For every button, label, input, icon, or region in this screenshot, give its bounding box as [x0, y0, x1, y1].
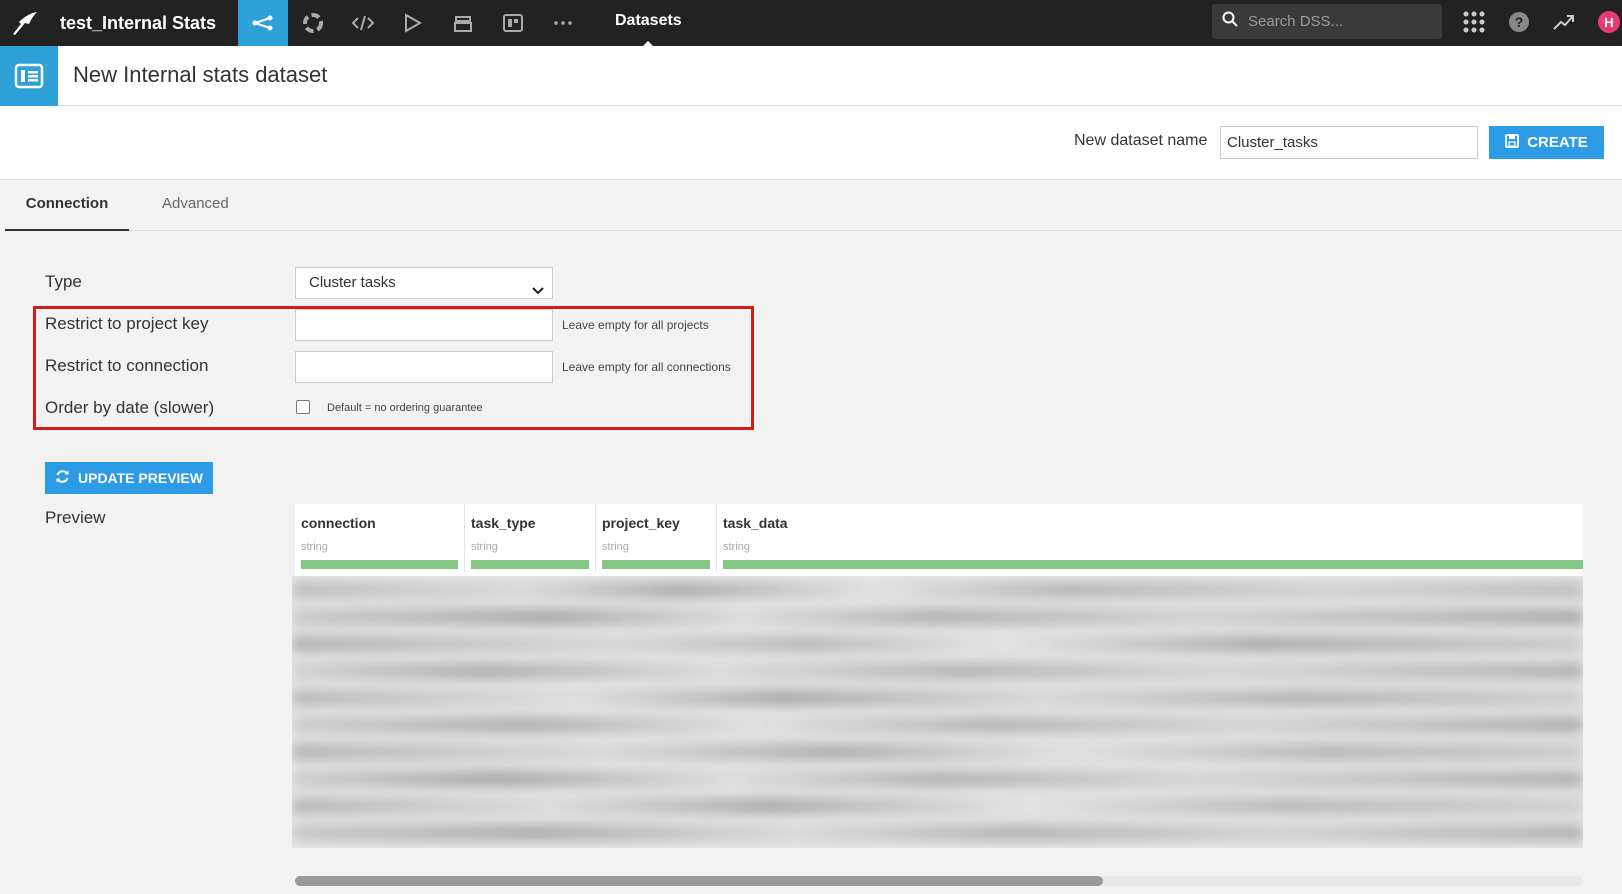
tab-advanced[interactable]: Advanced: [162, 181, 229, 231]
highlight-box: [33, 306, 754, 430]
top-navbar: test_Internal Stats Datasets Search DSS.…: [0, 0, 1622, 46]
dataset-name-row: New dataset name CREATE: [0, 106, 1622, 180]
code-icon[interactable]: [338, 0, 388, 46]
blurred-row: [292, 771, 1583, 787]
run-icon[interactable]: [388, 0, 438, 46]
help-icon[interactable]: ?: [1499, 0, 1539, 44]
blurred-row: [292, 798, 1583, 814]
settings-tabs: Connection Advanced: [5, 181, 1622, 231]
blurred-row: [292, 609, 1583, 625]
blurred-row: [292, 825, 1583, 841]
column-validity-bar: [301, 560, 458, 569]
column-name: task_type: [471, 515, 536, 531]
blurred-row: [292, 663, 1583, 679]
nav-datasets-tab[interactable]: Datasets: [615, 0, 682, 46]
column-type: string: [602, 541, 629, 553]
column-validity-bar: [602, 560, 710, 569]
column-header-task-data[interactable]: task_data string: [717, 504, 1583, 572]
column-header-project-key[interactable]: project_key string: [596, 504, 717, 572]
preview-table: connection string task_type string proje…: [292, 504, 1583, 848]
page-title: New Internal stats dataset: [73, 62, 328, 87]
blurred-row: [292, 717, 1583, 733]
flow-icon[interactable]: [238, 0, 288, 46]
column-name: connection: [301, 515, 376, 531]
preview-label: Preview: [45, 508, 106, 527]
column-name: task_data: [723, 515, 788, 531]
dashboard-icon[interactable]: [488, 0, 538, 46]
blurred-row: [292, 582, 1583, 598]
column-header-task-type[interactable]: task_type string: [465, 504, 596, 572]
dataset-name-label: New dataset name: [1074, 132, 1208, 149]
type-label: Type: [45, 272, 82, 291]
svg-text:?: ?: [1515, 14, 1524, 30]
stack-icon[interactable]: [438, 0, 488, 46]
column-type: string: [723, 541, 750, 553]
column-name: project_key: [602, 515, 680, 531]
search-input[interactable]: Search DSS...: [1248, 13, 1343, 30]
blurred-row: [292, 636, 1583, 652]
tab-connection[interactable]: Connection: [5, 181, 129, 231]
dss-bird-logo-icon[interactable]: [0, 0, 50, 46]
create-button[interactable]: CREATE: [1489, 126, 1604, 159]
activity-trend-icon[interactable]: [1544, 0, 1584, 44]
lab-icon[interactable]: [288, 0, 338, 46]
horizontal-scrollbar[interactable]: [295, 876, 1583, 886]
type-select[interactable]: Cluster tasks: [295, 267, 553, 299]
user-avatar[interactable]: H: [1598, 11, 1620, 33]
more-icon[interactable]: [538, 0, 588, 46]
dataset-name-input[interactable]: [1220, 126, 1478, 159]
column-header-connection[interactable]: connection string: [295, 504, 465, 572]
dataset-icon: [0, 46, 58, 106]
chevron-down-icon: [532, 277, 544, 307]
scrollbar-thumb[interactable]: [295, 876, 1103, 886]
project-title[interactable]: test_Internal Stats: [50, 13, 238, 34]
refresh-icon: [55, 469, 70, 487]
apps-grid-icon[interactable]: [1454, 0, 1494, 44]
blurred-row: [292, 744, 1583, 760]
save-icon: [1505, 133, 1520, 152]
blurred-preview-rows: [292, 576, 1583, 848]
column-type: string: [301, 541, 328, 553]
column-validity-bar: [723, 560, 1583, 569]
column-validity-bar: [471, 560, 589, 569]
update-preview-button[interactable]: UPDATE PREVIEW: [45, 462, 213, 494]
column-type: string: [471, 541, 498, 553]
update-preview-label: UPDATE PREVIEW: [78, 470, 203, 486]
type-select-value: Cluster tasks: [309, 274, 396, 291]
blurred-row: [292, 690, 1583, 706]
create-button-label: CREATE: [1527, 134, 1588, 151]
search-icon: [1222, 11, 1238, 32]
search-box[interactable]: Search DSS...: [1212, 4, 1442, 39]
page-header: New Internal stats dataset: [0, 46, 1622, 106]
